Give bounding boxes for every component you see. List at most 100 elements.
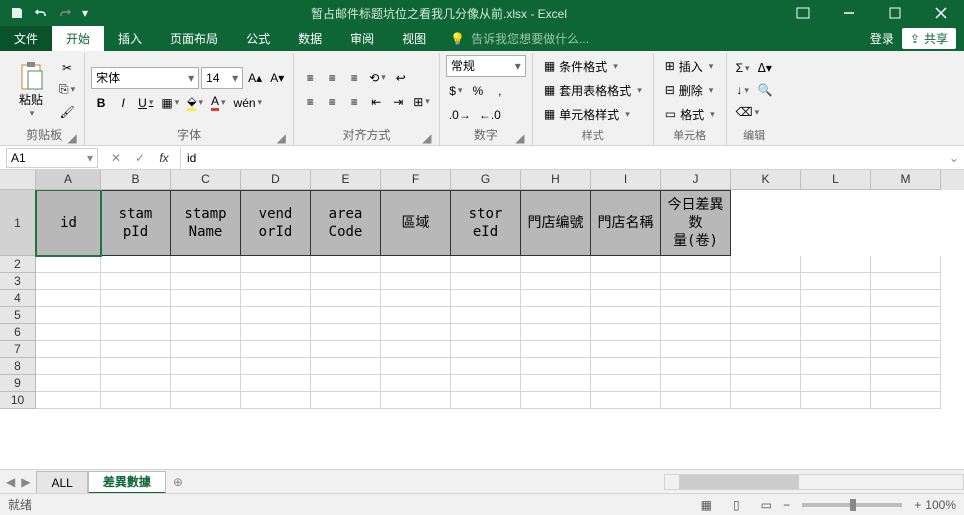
zoom-out-icon[interactable]: − — [783, 498, 790, 512]
cell[interactable] — [101, 307, 171, 324]
format-painter-icon[interactable]: 🖌 — [56, 102, 78, 122]
autosum-icon[interactable]: Σ▾ — [733, 58, 753, 78]
number-format-combo[interactable]: 常规▾ — [446, 55, 526, 77]
row-header-5[interactable]: 5 — [0, 307, 36, 324]
share-button[interactable]: ⇪共享 — [902, 28, 956, 49]
wrap-text-icon[interactable]: ↩ — [391, 68, 411, 88]
cell[interactable] — [871, 324, 941, 341]
align-center-icon[interactable]: ≡ — [322, 92, 342, 112]
cell[interactable] — [731, 375, 801, 392]
cell[interactable] — [451, 324, 521, 341]
cell[interactable] — [871, 341, 941, 358]
enter-formula-icon[interactable]: ✓ — [128, 147, 152, 169]
align-bottom-icon[interactable]: ≡ — [344, 68, 364, 88]
cell[interactable] — [171, 273, 241, 290]
bold-button[interactable]: B — [91, 93, 111, 113]
cell[interactable] — [871, 273, 941, 290]
decrease-font-icon[interactable]: A▾ — [267, 68, 287, 88]
cell[interactable] — [801, 307, 871, 324]
cell[interactable] — [36, 324, 101, 341]
cell[interactable] — [871, 307, 941, 324]
tab-formula[interactable]: 公式 — [232, 26, 284, 51]
cell[interactable] — [311, 307, 381, 324]
cell[interactable] — [101, 273, 171, 290]
row-header-2[interactable]: 2 — [0, 256, 36, 273]
table-format-button[interactable]: ▦套用表格格式▾ — [539, 79, 647, 101]
cell[interactable] — [311, 392, 381, 409]
cell[interactable] — [311, 358, 381, 375]
cell[interactable] — [171, 256, 241, 273]
cell[interactable] — [801, 341, 871, 358]
cell[interactable] — [661, 324, 731, 341]
paste-button[interactable]: 粘贴▾ — [10, 54, 52, 126]
cell[interactable] — [451, 273, 521, 290]
header-cell[interactable]: 門店编號 — [521, 190, 591, 256]
col-header-H[interactable]: H — [521, 170, 591, 190]
cell[interactable] — [36, 273, 101, 290]
fx-icon[interactable]: fx — [152, 147, 176, 169]
cell[interactable] — [591, 358, 661, 375]
page-break-view-icon[interactable]: ▭ — [753, 496, 779, 514]
cell[interactable] — [171, 375, 241, 392]
cell-style-button[interactable]: ▦单元格样式▾ — [539, 103, 647, 125]
indent-dec-icon[interactable]: ⇤ — [366, 92, 386, 112]
cell[interactable] — [101, 256, 171, 273]
cell[interactable] — [731, 392, 801, 409]
header-cell[interactable]: stampId — [101, 190, 171, 256]
login-link[interactable]: 登录 — [870, 30, 894, 47]
insert-cells-button[interactable]: ⊞插入▾ — [660, 55, 720, 77]
fill-color-icon[interactable]: ⬙▾ — [184, 93, 206, 113]
cell[interactable] — [871, 358, 941, 375]
cell[interactable] — [521, 392, 591, 409]
cell[interactable] — [101, 290, 171, 307]
cut-icon[interactable]: ✂ — [56, 58, 78, 78]
cell[interactable] — [591, 375, 661, 392]
cell[interactable] — [36, 358, 101, 375]
col-header-L[interactable]: L — [801, 170, 871, 190]
cell[interactable] — [101, 341, 171, 358]
zoom-in-icon[interactable]: + — [914, 498, 921, 512]
save-icon[interactable] — [6, 2, 28, 24]
cell[interactable] — [521, 324, 591, 341]
page-layout-view-icon[interactable]: ▯ — [723, 496, 749, 514]
cell[interactable] — [311, 273, 381, 290]
cell[interactable] — [521, 358, 591, 375]
col-header-B[interactable]: B — [101, 170, 171, 190]
font-color-icon[interactable]: A▾ — [208, 93, 229, 113]
cell[interactable] — [451, 392, 521, 409]
col-header-E[interactable]: E — [311, 170, 381, 190]
col-header-F[interactable]: F — [381, 170, 451, 190]
header-cell[interactable]: 區域 — [381, 190, 451, 256]
cell[interactable] — [521, 273, 591, 290]
zoom-slider[interactable] — [802, 503, 902, 507]
row-header-10[interactable]: 10 — [0, 392, 36, 409]
cell[interactable] — [661, 392, 731, 409]
cell[interactable] — [241, 341, 311, 358]
tab-layout[interactable]: 页面布局 — [156, 26, 232, 51]
cell[interactable] — [241, 307, 311, 324]
cell[interactable] — [591, 392, 661, 409]
cell[interactable] — [871, 375, 941, 392]
cell[interactable] — [381, 307, 451, 324]
cell[interactable] — [171, 324, 241, 341]
minimize-icon[interactable] — [826, 0, 872, 26]
cell[interactable] — [521, 375, 591, 392]
header-cell[interactable]: areaCode — [311, 190, 381, 256]
cell[interactable] — [381, 290, 451, 307]
currency-icon[interactable]: $▾ — [446, 81, 466, 101]
cell[interactable] — [241, 256, 311, 273]
redo-icon[interactable] — [54, 2, 76, 24]
cell[interactable] — [451, 290, 521, 307]
tab-review[interactable]: 审阅 — [336, 26, 388, 51]
cell[interactable] — [871, 392, 941, 409]
cell[interactable] — [731, 324, 801, 341]
cell[interactable] — [241, 273, 311, 290]
row-header-7[interactable]: 7 — [0, 341, 36, 358]
copy-icon[interactable]: ⎘▾ — [56, 80, 78, 100]
maximize-icon[interactable] — [872, 0, 918, 26]
cell[interactable] — [731, 256, 801, 273]
header-cell[interactable]: 今日差異数量(卷) — [661, 190, 731, 256]
cell[interactable] — [591, 324, 661, 341]
cell[interactable] — [451, 375, 521, 392]
cell[interactable] — [451, 307, 521, 324]
